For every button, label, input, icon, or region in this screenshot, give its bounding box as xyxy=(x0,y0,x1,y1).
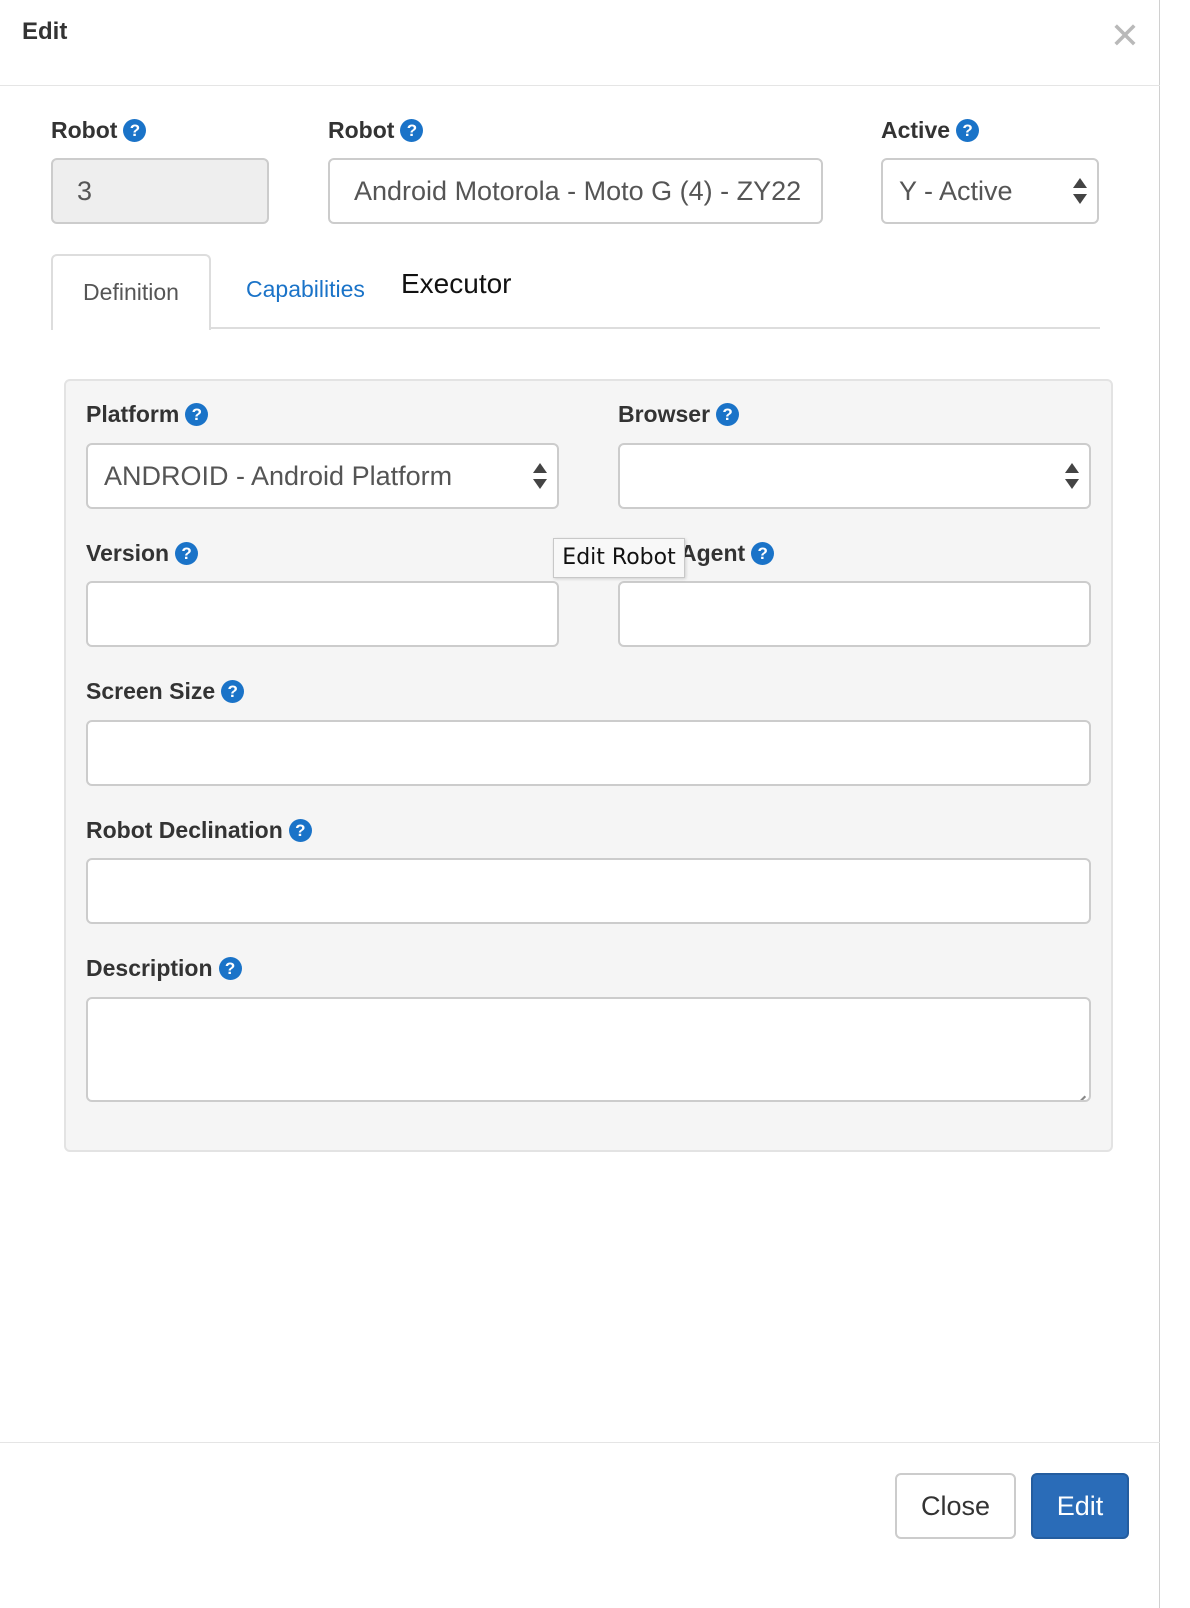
close-icon[interactable]: ✕ xyxy=(1110,18,1140,54)
robot-declination-label-text: Robot Declination xyxy=(86,817,283,843)
description-label-text: Description xyxy=(86,955,213,981)
help-icon[interactable]: ? xyxy=(221,680,245,703)
help-icon[interactable]: ? xyxy=(175,542,199,565)
platform-label-text: Platform xyxy=(86,401,180,427)
active-label: Active? xyxy=(881,117,980,144)
robot-name-label: Robot? xyxy=(328,117,424,144)
screen-size-label: Screen Size? xyxy=(86,678,245,705)
modal-title: Edit xyxy=(22,18,68,45)
robot-id-field: 3 xyxy=(51,158,269,224)
resize-grip-icon[interactable] xyxy=(1072,1083,1086,1097)
select-arrows-icon xyxy=(533,461,547,491)
browser-select[interactable] xyxy=(618,443,1091,509)
tab-capabilities[interactable]: Capabilities xyxy=(246,276,365,303)
modal-header: Edit ✕ xyxy=(0,0,1160,86)
active-select-value: Y - Active xyxy=(899,176,1013,206)
help-icon[interactable]: ? xyxy=(956,119,980,142)
user-agent-label: Agent? xyxy=(680,540,775,567)
select-arrows-icon xyxy=(1065,461,1079,491)
tab-executor[interactable]: Executor xyxy=(401,268,512,300)
screen-size-input[interactable] xyxy=(86,720,1091,786)
help-icon[interactable]: ? xyxy=(185,403,209,426)
active-select[interactable]: Y - Active xyxy=(881,158,1099,224)
robot-id-label: Robot? xyxy=(51,117,147,144)
help-icon[interactable]: ? xyxy=(716,403,740,426)
edit-robot-modal: Edit ✕ Robot? 3 Robot? Android Motorola … xyxy=(0,0,1160,1608)
robot-id-label-text: Robot xyxy=(51,117,118,143)
user-agent-input[interactable] xyxy=(618,581,1091,647)
robot-declination-input[interactable] xyxy=(86,858,1091,924)
platform-select[interactable]: ANDROID - Android Platform xyxy=(86,443,559,509)
browser-label-text: Browser xyxy=(618,401,711,427)
version-label-text: Version xyxy=(86,540,170,566)
platform-select-value: ANDROID - Android Platform xyxy=(104,461,453,491)
screen-size-label-text: Screen Size xyxy=(86,678,216,704)
edit-button[interactable]: Edit xyxy=(1031,1473,1129,1539)
version-label: Version? xyxy=(86,540,199,567)
help-icon[interactable]: ? xyxy=(123,119,147,142)
version-input[interactable] xyxy=(86,581,559,647)
platform-label: Platform? xyxy=(86,401,209,428)
description-textarea[interactable] xyxy=(86,997,1091,1102)
robot-name-field[interactable]: Android Motorola - Moto G (4) - ZY22 xyxy=(328,158,823,224)
help-icon[interactable]: ? xyxy=(400,119,424,142)
description-label: Description? xyxy=(86,955,242,982)
help-icon[interactable]: ? xyxy=(218,957,242,980)
close-button[interactable]: Close xyxy=(895,1473,1016,1539)
user-agent-label-text: Agent xyxy=(680,540,746,566)
robot-name-label-text: Robot xyxy=(328,117,395,143)
help-icon[interactable]: ? xyxy=(751,542,775,565)
edit-robot-tooltip: Edit Robot xyxy=(553,538,685,578)
browser-label: Browser? xyxy=(618,401,740,428)
help-icon[interactable]: ? xyxy=(288,819,312,842)
select-arrows-icon xyxy=(1073,176,1087,206)
tab-definition[interactable]: Definition xyxy=(51,254,211,330)
active-label-text: Active xyxy=(881,117,951,143)
robot-declination-label: Robot Declination? xyxy=(86,817,312,844)
